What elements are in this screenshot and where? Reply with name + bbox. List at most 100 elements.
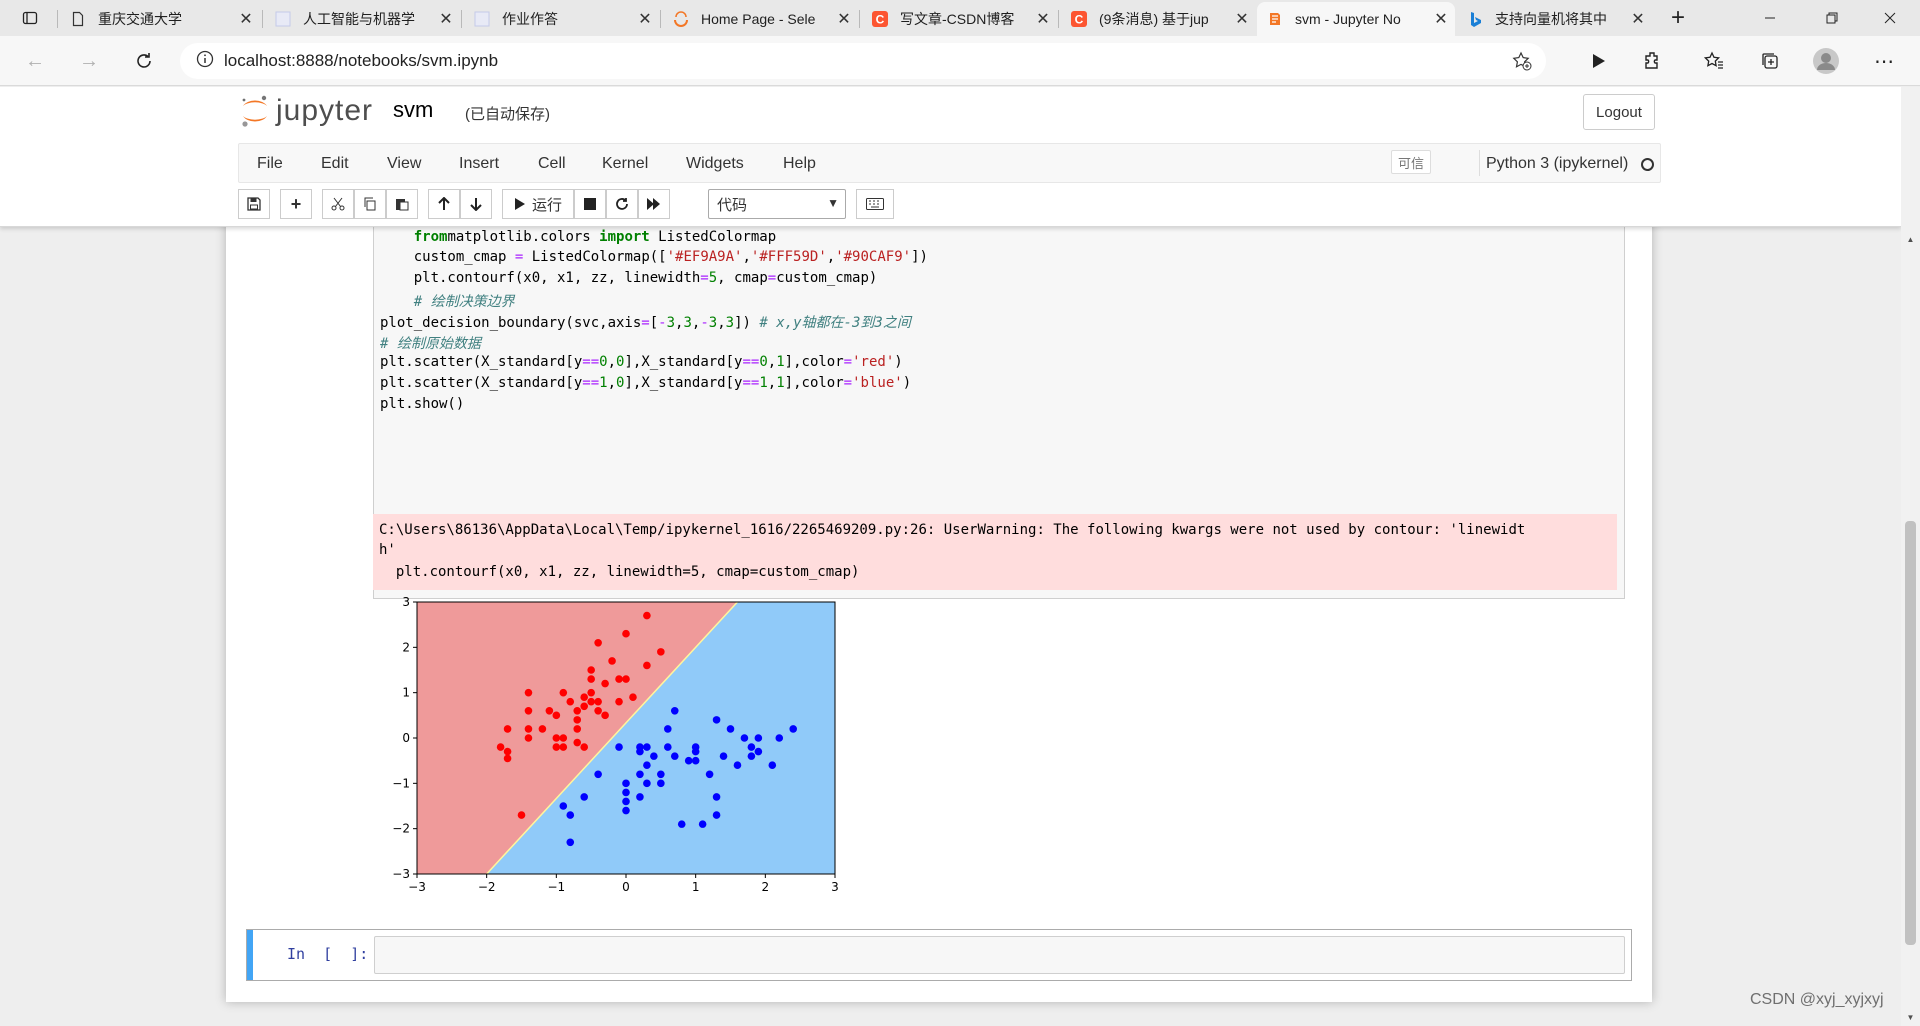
- scatter-point-red: [566, 697, 575, 706]
- scatter-point-red: [594, 639, 602, 647]
- scatter-point-red: [496, 743, 505, 751]
- scatter-point-blue: [622, 779, 630, 788]
- scatter-point-blue: [615, 743, 623, 751]
- address-input[interactable]: localhost:8888/notebooks/svm.ipynb: [180, 43, 1546, 79]
- tab-1[interactable]: 人工智能与机器学 ✕: [265, 2, 460, 36]
- scroll-thumb[interactable]: [1905, 521, 1916, 945]
- cell-prompt: In [ ]:: [287, 945, 369, 963]
- scatter-point-blue: [622, 797, 630, 806]
- close-icon[interactable]: ✕: [432, 9, 460, 29]
- logout-button[interactable]: Logout: [1583, 94, 1655, 130]
- menu-widgets[interactable]: Widgets: [686, 155, 744, 173]
- new-tab-button[interactable]: +: [1650, 0, 1706, 36]
- collections-icon[interactable]: [1756, 47, 1784, 75]
- cell-input[interactable]: [374, 936, 1625, 974]
- close-window-button[interactable]: [1862, 0, 1918, 36]
- scroll-down-icon[interactable]: ▼: [1905, 1013, 1916, 1023]
- scatter-point-red: [559, 734, 568, 742]
- move-down-button[interactable]: [460, 189, 492, 219]
- fast-forward-icon: [647, 198, 660, 210]
- minimize-button[interactable]: [1742, 0, 1798, 36]
- favorites-icon[interactable]: [1700, 47, 1728, 75]
- close-icon[interactable]: ✕: [830, 9, 858, 29]
- restart-run-all-button[interactable]: [638, 189, 670, 219]
- forward-button[interactable]: →: [74, 46, 104, 76]
- paste-button[interactable]: [386, 189, 418, 219]
- restore-button[interactable]: [1804, 0, 1860, 36]
- menu-cell[interactable]: Cell: [538, 155, 566, 173]
- copy-button[interactable]: [354, 189, 386, 219]
- tab-5[interactable]: C (9条消息) 基于jup ✕: [1061, 2, 1256, 36]
- scatter-point-red: [587, 688, 595, 697]
- page-scrollbar[interactable]: ▲ ▼: [1901, 87, 1920, 1026]
- stderr-output: C:\Users\86136\AppData\Local\Temp/ipyker…: [373, 514, 1617, 590]
- jupyter-logo[interactable]: jupyter: [240, 93, 373, 129]
- tab-actions-icon[interactable]: [2, 0, 58, 36]
- scatter-point-blue: [684, 756, 693, 765]
- svg-text:C: C: [1075, 13, 1084, 27]
- menu-insert[interactable]: Insert: [459, 155, 499, 173]
- svg-text:C: C: [876, 13, 885, 27]
- scatter-point-red: [573, 738, 582, 747]
- cell-type-select[interactable]: 代码 ▼: [708, 189, 846, 219]
- menu-help[interactable]: Help: [783, 155, 816, 173]
- autosave-status: (已自动保存): [465, 106, 550, 123]
- save-button[interactable]: [238, 189, 270, 219]
- stop-icon: [584, 198, 596, 210]
- scroll-up-icon[interactable]: ▲: [1905, 235, 1916, 245]
- scatter-point-blue: [747, 743, 756, 751]
- close-icon[interactable]: ✕: [1624, 9, 1652, 29]
- insert-cell-button[interactable]: +: [280, 189, 312, 219]
- scatter-point-blue: [712, 716, 721, 724]
- close-icon[interactable]: ✕: [1029, 9, 1057, 29]
- profile-avatar-icon[interactable]: [1812, 47, 1840, 75]
- restart-button[interactable]: [606, 189, 638, 219]
- more-menu-icon[interactable]: ⋯: [1870, 47, 1898, 75]
- empty-code-cell[interactable]: In [ ]:: [246, 929, 1632, 981]
- tab-0[interactable]: 重庆交通大学 ✕: [60, 2, 260, 36]
- run-button[interactable]: 运行: [502, 189, 574, 219]
- tab-6-active[interactable]: svm - Jupyter No ✕: [1257, 2, 1455, 36]
- scatter-point-blue: [726, 725, 735, 733]
- x-tick-label: −1: [547, 880, 565, 894]
- divider: [1479, 150, 1480, 176]
- scatter-point-blue: [719, 752, 728, 760]
- cut-button[interactable]: [322, 189, 354, 219]
- scatter-point-red: [608, 657, 616, 665]
- scatter-point-red: [629, 693, 637, 701]
- menu-file[interactable]: File: [257, 155, 283, 173]
- scatter-point-blue: [643, 779, 651, 788]
- csdn-icon: C: [1071, 11, 1087, 27]
- kernel-name[interactable]: Python 3 (ipykernel): [1486, 155, 1628, 173]
- tab-title: 写文章-CSDN博客: [900, 11, 1015, 27]
- play-icon[interactable]: [1584, 47, 1612, 75]
- browser-address-bar: ← → localhost:8888/notebooks/svm.ipynb ⋯: [0, 36, 1920, 86]
- close-icon[interactable]: ✕: [1228, 9, 1256, 29]
- command-palette-button[interactable]: [856, 189, 894, 219]
- tab-7[interactable]: 支持向量机将其中 ✕: [1457, 2, 1652, 36]
- tab-separator: [57, 10, 58, 28]
- keyboard-icon: [866, 198, 884, 210]
- extensions-icon[interactable]: [1638, 47, 1666, 75]
- menu-view[interactable]: View: [387, 155, 421, 173]
- trusted-badge[interactable]: 可信: [1391, 150, 1431, 174]
- menu-edit[interactable]: Edit: [321, 155, 349, 173]
- code-line: plot_decision_boundary(svc,axis=[-3,3,-3…: [380, 315, 911, 331]
- add-favorite-icon[interactable]: [1512, 51, 1532, 76]
- notebook-name[interactable]: svm: [393, 97, 433, 123]
- close-icon[interactable]: ✕: [631, 9, 659, 29]
- info-icon[interactable]: [196, 50, 214, 73]
- interrupt-button[interactable]: [574, 189, 606, 219]
- menu-kernel[interactable]: Kernel: [602, 155, 648, 173]
- tab-2[interactable]: 作业作答 ✕: [464, 2, 659, 36]
- cell-type-value: 代码: [717, 196, 748, 214]
- tab-3[interactable]: Home Page - Sele ✕: [663, 2, 858, 36]
- refresh-button[interactable]: [129, 46, 159, 76]
- close-icon[interactable]: ✕: [232, 9, 260, 29]
- plot-background: [417, 602, 835, 874]
- kernel-idle-icon: [1641, 158, 1654, 171]
- back-button[interactable]: ←: [20, 46, 50, 76]
- close-icon[interactable]: ✕: [1427, 9, 1455, 29]
- tab-4[interactable]: C 写文章-CSDN博客 ✕: [862, 2, 1057, 36]
- move-up-button[interactable]: [428, 189, 460, 219]
